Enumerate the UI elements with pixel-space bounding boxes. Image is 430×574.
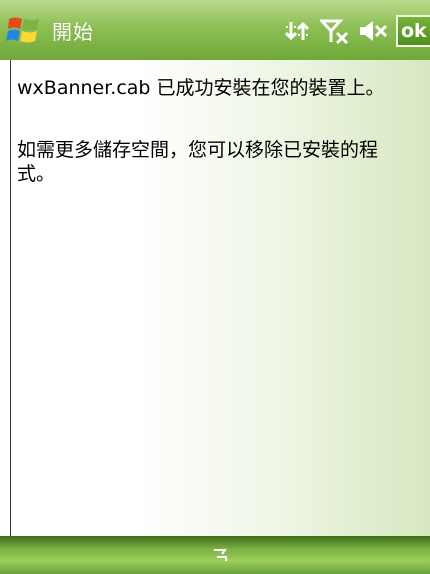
pocketpc-screen: 開始 ok wxBanner.cab 已成功安裝在您的裝置上。 如需更多儲存空間… [0, 0, 430, 574]
install-success-message: wxBanner.cab 已成功安裝在您的裝置上。 [17, 77, 385, 99]
status-icons: ok [282, 14, 430, 48]
message-content [10, 60, 430, 536]
signal-off-icon[interactable] [320, 18, 350, 44]
title-bar: 開始 ok [0, 0, 430, 60]
speaker-muted-icon[interactable] [358, 18, 388, 44]
ok-button[interactable]: ok [396, 15, 430, 47]
storage-hint-message: 如需更多儲存空間，您可以移除已安裝的程式。 [17, 139, 379, 185]
menu-bar [0, 536, 430, 574]
title-text: 開始 [52, 19, 94, 44]
windows-flag-icon [6, 17, 39, 43]
start-menu-button[interactable]: 開始 [6, 15, 94, 45]
connectivity-icon[interactable] [282, 18, 312, 44]
input-panel-icon[interactable] [212, 547, 228, 563]
